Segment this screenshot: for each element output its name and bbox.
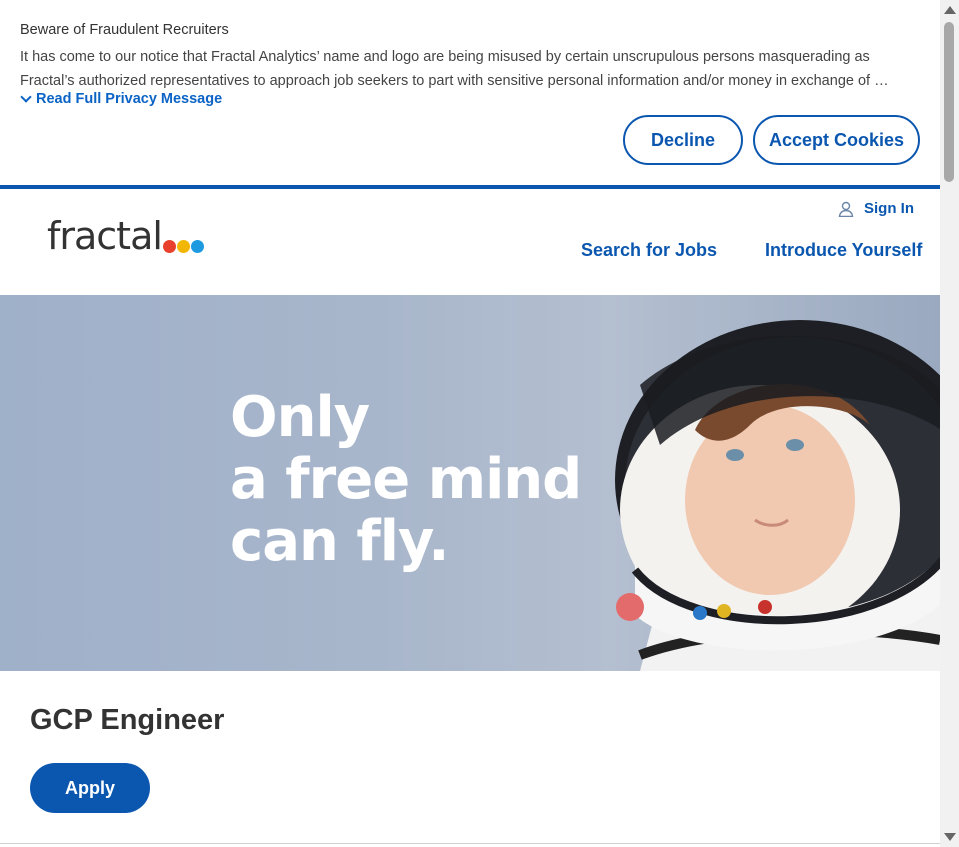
scrollbar-thumb[interactable]: [944, 22, 954, 182]
banner-message-line: Fractal’s authorized representatives to …: [20, 73, 889, 89]
logo-dot-blue: [190, 240, 204, 253]
vertical-scrollbar[interactable]: [940, 0, 959, 847]
privacy-banner: Beware of Fraudulent Recruiters It has c…: [0, 0, 940, 185]
fractal-logo[interactable]: fractal: [47, 216, 204, 256]
astronaut-child-image: [615, 320, 940, 671]
logo-dot-yellow: [176, 240, 190, 253]
logo-dots: [162, 240, 204, 253]
logo-dot-red: [162, 240, 176, 253]
scroll-down-arrow-icon[interactable]: [944, 833, 956, 841]
sign-in-label: Sign In: [864, 200, 914, 217]
read-full-privacy-label: Read Full Privacy Message: [36, 91, 223, 107]
banner-message: It has come to our notice that Fractal A…: [20, 45, 920, 93]
divider: [0, 843, 940, 844]
job-title: GCP Engineer: [30, 704, 225, 736]
hero-banner: Only a free mind can fly.: [0, 295, 940, 671]
accept-cookies-button[interactable]: Accept Cookies: [753, 115, 920, 165]
hero-tagline-line: a free mind: [230, 447, 582, 512]
logo-wordmark: fractal: [47, 214, 163, 258]
banner-message-line: It has come to our notice that Fractal A…: [20, 49, 870, 65]
read-full-privacy-link[interactable]: Read Full Privacy Message: [20, 91, 223, 107]
scroll-up-arrow-icon[interactable]: [944, 6, 956, 14]
hero-tagline-line: can fly.: [230, 509, 450, 574]
decline-button[interactable]: Decline: [623, 115, 743, 165]
sign-in-link[interactable]: Sign In: [838, 200, 914, 217]
apply-button[interactable]: Apply: [30, 763, 150, 813]
banner-title: Beware of Fraudulent Recruiters: [20, 22, 229, 38]
user-icon: [838, 201, 854, 217]
hero-tagline: Only a free mind can fly.: [230, 385, 582, 574]
hero-tagline-line: Only: [230, 385, 370, 450]
nav-introduce-yourself[interactable]: Introduce Yourself: [765, 240, 922, 261]
site-header: fractal Sign In Search for Jobs Introduc…: [0, 189, 940, 295]
chevron-down-icon: [20, 91, 32, 103]
nav-search-for-jobs[interactable]: Search for Jobs: [581, 240, 717, 261]
